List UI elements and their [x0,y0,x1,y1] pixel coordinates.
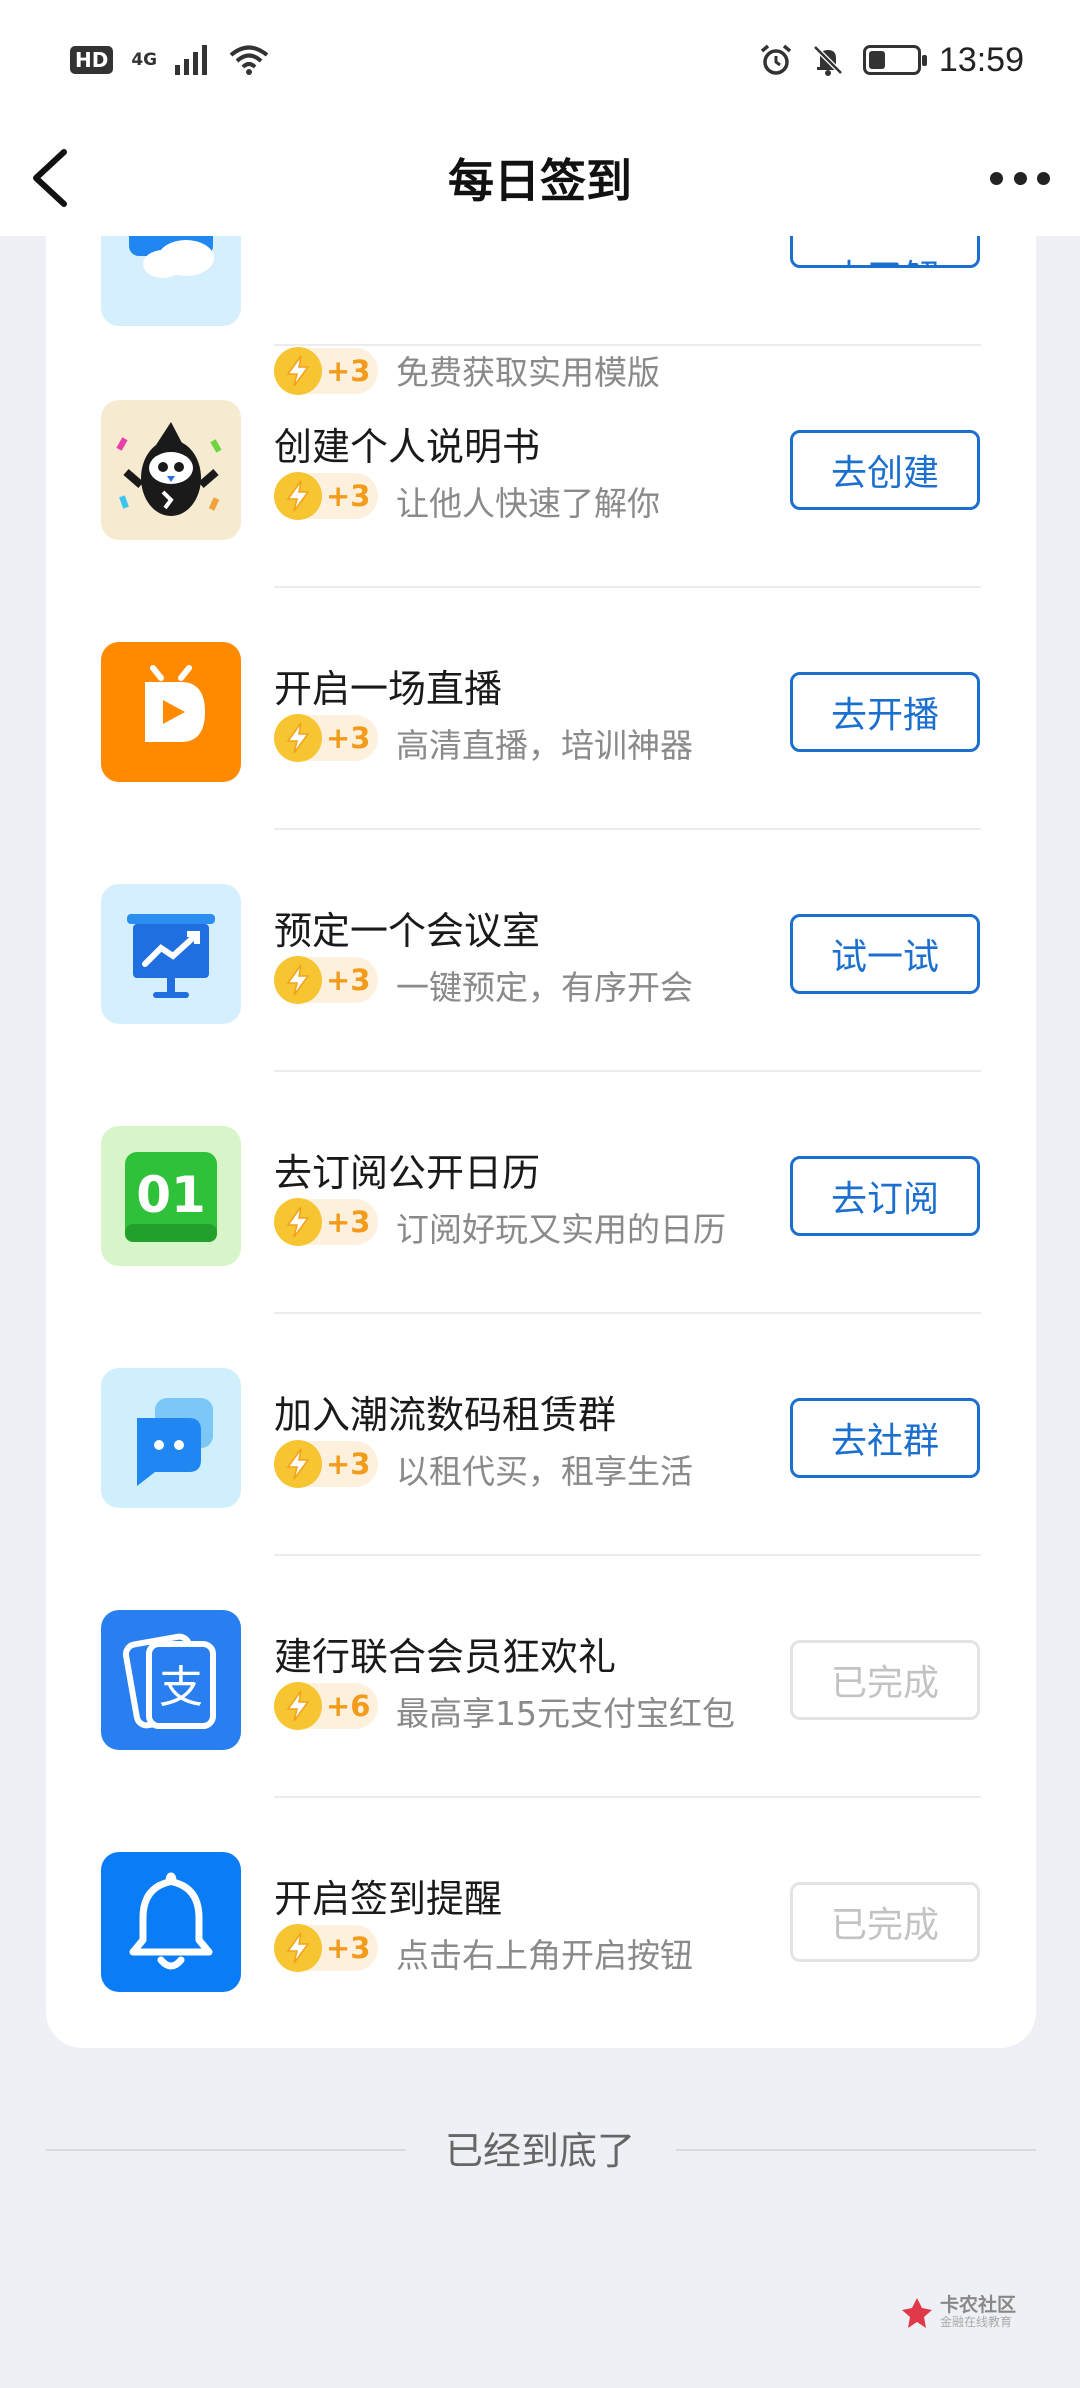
lightning-icon [274,1440,322,1488]
more-dot-icon [990,171,1003,185]
lightning-icon [274,714,322,762]
task-desc: 点击右上角开启按钮 [396,1936,693,1975]
lightning-icon [274,1198,322,1246]
task-item-reminder[interactable]: 开启签到提醒 +3 点击右上角开启按钮 已完成 [46,1796,1036,2038]
reward-badge: +3 [274,714,378,762]
more-dot-icon [1013,171,1027,185]
lightning-icon [274,472,322,520]
lightning-icon [274,1682,322,1730]
reward-badge: +3 [274,1924,378,1972]
chevron-left-icon [33,149,67,207]
task-title: 预定一个会议室 [274,909,541,953]
watermark-sub: 金融在线教育 [940,2315,1013,2329]
reward-badge: +3 [274,1198,378,1246]
reward-points: +3 [326,721,371,755]
network-type: 4G [131,49,158,70]
reward-points: +3 [326,963,371,997]
task-card: +3 免费获取实用模版 去了解 创建个人说明书 [46,190,1036,2048]
task-item-meeting[interactable]: 预定一个会议室 +3 一键预定，有序开会 试一试 [46,828,1036,1070]
more-dot-icon [1037,171,1050,185]
reward-points: +6 [326,1689,371,1723]
watermark-logo-icon [902,2298,932,2329]
task-title: 开启签到提醒 [274,1877,503,1921]
task-action-button[interactable]: 去创建 [790,430,980,510]
battery-fill [868,51,885,69]
list-end-footer: 已经到底了 [0,2120,1080,2180]
task-title: 建行联合会员狂欢礼 [274,1635,617,1679]
task-desc: 高清直播，培训神器 [396,726,693,765]
reward-badge: +3 [274,1440,378,1488]
alarm-icon [760,44,792,75]
wifi-icon [229,45,269,75]
reward-points: +3 [326,1931,371,1965]
more-button[interactable] [990,160,1050,196]
footer-divider-right [676,2149,1036,2151]
signal-icon [175,45,208,75]
meeting-board-icon [101,884,241,1024]
task-title: 加入潮流数码租赁群 [274,1393,617,1437]
reward-points: +3 [326,1447,371,1481]
back-button[interactable] [24,140,94,216]
mascot-icon [101,400,241,540]
task-action-button[interactable]: 去社群 [790,1398,980,1478]
status-time: 13:59 [938,40,1024,79]
mute-bell-icon [813,45,843,76]
reward-badge: +6 [274,1682,378,1730]
task-title: 开启一场直播 [274,667,503,711]
reward-points: +3 [326,1205,371,1239]
task-desc: 一键预定，有序开会 [396,968,693,1007]
watermark-text: 卡农社区 金融在线教育 [940,2296,1016,2331]
task-item-group[interactable]: 加入潮流数码租赁群 +3 以租代买，租享生活 去社群 [46,1312,1036,1554]
task-action-button[interactable]: 去开播 [790,672,980,752]
task-action-button[interactable]: 去订阅 [790,1156,980,1236]
reward-badge: +3 [274,472,378,520]
list-end-text: 已经到底了 [444,2129,635,2173]
task-item-profile[interactable]: 创建个人说明书 +3 让他人快速了解你 去创建 [46,344,1036,586]
status-left: HD 4G [70,44,269,76]
task-done-button[interactable]: 已完成 [790,1640,980,1720]
svg-text:01: 01 [136,1166,206,1224]
watermark-main: 卡农社区 [940,2294,1017,2316]
task-done-button[interactable]: 已完成 [790,1882,980,1962]
task-title: 创建个人说明书 [274,425,541,469]
task-item-ccb[interactable]: 支 建行联合会员狂欢礼 +6 最高享15元支付宝红包 已完成 [46,1554,1036,1796]
lightning-icon [274,956,322,1004]
lightning-icon [274,1924,322,1972]
status-bar: HD 4G 13:59 [0,0,1080,120]
reward-points: +3 [326,479,371,513]
task-desc: 以租代买，租享生活 [396,1452,693,1491]
nav-bar: 每日签到 [0,120,1080,236]
task-desc: 最高享15元支付宝红包 [396,1694,735,1733]
task-item-live[interactable]: 开启一场直播 +3 高清直播，培训神器 去开播 [46,586,1036,828]
status-right: 13:59 [759,41,1024,80]
task-desc: 让他人快速了解你 [396,484,660,523]
reward-badge: +3 [274,956,378,1004]
battery-icon [862,45,927,75]
task-title: 去订阅公开日历 [274,1151,541,1195]
bell-icon [101,1852,241,1992]
task-item-calendar[interactable]: 01 去订阅公开日历 +3 订阅好玩又实用的日历 去订阅 [46,1070,1036,1312]
task-action-button[interactable]: 试一试 [790,914,980,994]
watermark: 卡农社区 金融在线教育 [900,2296,1016,2331]
task-desc: 订阅好玩又实用的日历 [396,1210,726,1249]
chat-bubble-icon [101,1368,241,1508]
live-tv-icon [101,642,241,782]
hd-badge: HD [70,46,114,74]
page-title: 每日签到 [448,154,632,208]
alipay-card-icon: 支 [101,1610,241,1750]
svg-text:支: 支 [159,1662,203,1713]
calendar-icon: 01 [101,1126,241,1266]
